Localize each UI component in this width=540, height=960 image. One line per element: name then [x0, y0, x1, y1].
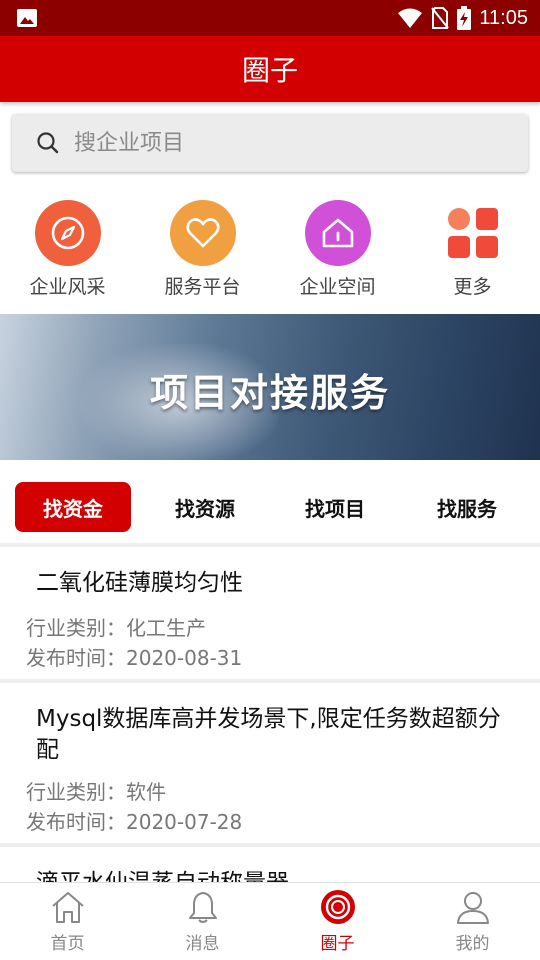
- item-title: Mysql数据库高并发场景下,限定任务数超额分配: [36, 706, 501, 763]
- banner[interactable]: 项目对接服务: [0, 314, 540, 460]
- quick-nav-label: 企业风采: [29, 276, 106, 298]
- wifi-icon: [398, 8, 423, 28]
- tab-bar: 找资金 找资源 找项目 找服务: [0, 480, 540, 534]
- nav-messages[interactable]: 消息: [135, 883, 270, 960]
- bottom-nav: 首页 消息 圈子 我的: [0, 882, 540, 960]
- compass-icon: [34, 200, 101, 266]
- banner-text: 项目对接服务: [149, 371, 390, 415]
- quick-nav-service-platform[interactable]: 服务平台: [135, 198, 270, 298]
- sim-card-icon: [431, 7, 450, 29]
- person-icon: [456, 892, 489, 924]
- image-notification-icon: [17, 9, 37, 27]
- quick-nav-label: 更多: [453, 276, 492, 298]
- home-outline-icon: [51, 892, 84, 923]
- circle-icon: [320, 890, 355, 924]
- quick-nav: 企业风采 服务平台 企业空间 更多: [0, 198, 540, 298]
- quick-nav-label: 企业空间: [299, 276, 376, 298]
- search-bar[interactable]: [12, 114, 528, 172]
- item-category: 行业类别：化工生产: [26, 616, 206, 640]
- quick-nav-company-space[interactable]: 企业空间: [270, 198, 405, 298]
- item-date: 发布时间：2020-07-28: [26, 810, 243, 834]
- heart-icon: [169, 200, 236, 266]
- tab-find-funds[interactable]: 找资金: [15, 482, 131, 532]
- quick-nav-more[interactable]: 更多: [405, 198, 540, 298]
- quick-nav-company-style[interactable]: 企业风采: [0, 198, 135, 298]
- nav-circle[interactable]: 圈子: [270, 883, 405, 960]
- grid-icon: [440, 200, 506, 266]
- item-date: 发布时间：2020-08-31: [26, 646, 243, 670]
- search-input[interactable]: [74, 130, 494, 156]
- nav-label: 我的: [455, 934, 490, 954]
- nav-home[interactable]: 首页: [0, 883, 135, 960]
- status-bar: 11:05: [0, 0, 540, 36]
- home-icon: [304, 200, 371, 266]
- page-title: 圈子: [241, 54, 298, 87]
- nav-label: 首页: [50, 934, 85, 954]
- list-item[interactable]: 二氧化硅薄膜均匀性 行业类别：化工生产 发布时间：2020-08-31: [0, 547, 540, 679]
- nav-label: 圈子: [320, 934, 355, 954]
- header: 圈子: [0, 36, 540, 102]
- status-time: 11:05: [479, 6, 528, 29]
- bell-icon: [188, 892, 217, 923]
- battery-charging-icon: [457, 6, 472, 30]
- tab-find-services[interactable]: 找服务: [409, 482, 525, 532]
- search-icon: [37, 132, 59, 154]
- item-title: 滴平水仙温蒸自动称量器: [36, 868, 506, 882]
- nav-label: 消息: [185, 934, 220, 954]
- nav-mine[interactable]: 我的: [405, 883, 540, 960]
- item-title: 二氧化硅薄膜均匀性: [36, 570, 243, 596]
- list-item[interactable]: 滴平水仙温蒸自动称量器: [0, 847, 540, 882]
- tab-find-resources[interactable]: 找资源: [147, 482, 263, 532]
- tab-find-projects[interactable]: 找项目: [277, 482, 393, 532]
- quick-nav-label: 服务平台: [164, 276, 241, 298]
- list-item[interactable]: Mysql数据库高并发场景下,限定任务数超额分配 行业类别：软件 发布时间：20…: [0, 683, 540, 843]
- item-category: 行业类别：软件: [26, 780, 166, 804]
